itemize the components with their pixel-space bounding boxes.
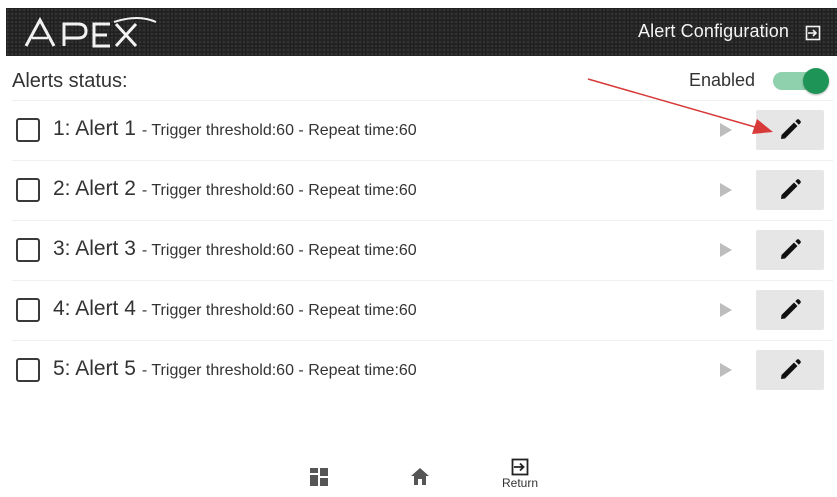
alert-checkbox[interactable] (16, 118, 40, 142)
play-icon[interactable] (720, 303, 732, 317)
alert-name: 2: Alert 2 (53, 177, 136, 200)
alert-name: 5: Alert 5 (53, 357, 136, 380)
edit-button[interactable] (756, 110, 824, 150)
return-label: Return (501, 476, 539, 490)
apex-logo (24, 16, 157, 48)
alert-name: 3: Alert 3 (53, 237, 136, 260)
bottom-nav: Return (0, 452, 837, 497)
alert-name: 1: Alert 1 (53, 117, 136, 140)
alert-detail: - Trigger threshold:60 - Repeat time:60 (141, 362, 417, 379)
alert-name: 4: Alert 4 (53, 297, 136, 320)
play-icon[interactable] (720, 123, 732, 137)
pencil-icon (781, 179, 801, 199)
alert-title: 4: Alert 4 - Trigger threshold:60 - Repea… (53, 297, 417, 321)
pencil-icon (781, 359, 801, 379)
home-icon[interactable] (411, 468, 429, 485)
alert-title: 5: Alert 5 - Trigger threshold:60 - Repea… (53, 357, 417, 381)
return-button[interactable]: Return (497, 458, 543, 490)
page-title: Alert Configuration (638, 21, 789, 41)
list-item: 2: Alert 2 - Trigger threshold:60 - Repea… (12, 160, 833, 220)
alert-detail: - Trigger threshold:60 - Repeat time:60 (141, 242, 417, 259)
play-icon[interactable] (720, 183, 732, 197)
grid-icon[interactable] (310, 468, 328, 486)
pencil-icon (781, 299, 801, 319)
return-icon (511, 458, 529, 476)
list-item: 1: Alert 1 - Trigger threshold:60 - Repea… (12, 100, 833, 160)
alerts-status-row: Alerts status: Enabled (12, 64, 833, 98)
enabled-label: Enabled (688, 70, 755, 90)
pencil-icon (781, 119, 801, 139)
alert-checkbox[interactable] (16, 238, 40, 262)
edit-button[interactable] (756, 350, 824, 390)
play-icon[interactable] (720, 363, 732, 377)
edit-button[interactable] (756, 230, 824, 270)
alert-checkbox[interactable] (16, 298, 40, 322)
alert-title: 3: Alert 3 - Trigger threshold:60 - Repea… (53, 237, 417, 261)
alert-detail: - Trigger threshold:60 - Repeat time:60 (141, 182, 417, 199)
exit-icon[interactable] (805, 25, 821, 41)
alert-title: 1: Alert 1 - Trigger threshold:60 - Repea… (53, 117, 417, 141)
alert-checkbox[interactable] (16, 358, 40, 382)
enabled-toggle[interactable] (773, 68, 829, 94)
alert-checkbox[interactable] (16, 178, 40, 202)
alerts-status-label: Alerts status: (12, 70, 128, 92)
alert-detail: - Trigger threshold:60 - Repeat time:60 (141, 302, 417, 319)
list-item: 4: Alert 4 - Trigger threshold:60 - Repea… (12, 280, 833, 340)
app-header: Alert Configuration (6, 8, 837, 56)
toggle-thumb (803, 68, 829, 94)
edit-button[interactable] (756, 170, 824, 210)
list-item: 5: Alert 5 - Trigger threshold:60 - Repea… (12, 340, 833, 400)
play-icon[interactable] (720, 243, 732, 257)
list-item: 3: Alert 3 - Trigger threshold:60 - Repea… (12, 220, 833, 280)
alert-list: 1: Alert 1 - Trigger threshold:60 - Repea… (12, 100, 833, 400)
alert-title: 2: Alert 2 - Trigger threshold:60 - Repea… (53, 177, 417, 201)
pencil-icon (781, 239, 801, 259)
alert-detail: - Trigger threshold:60 - Repeat time:60 (141, 122, 417, 139)
edit-button[interactable] (756, 290, 824, 330)
